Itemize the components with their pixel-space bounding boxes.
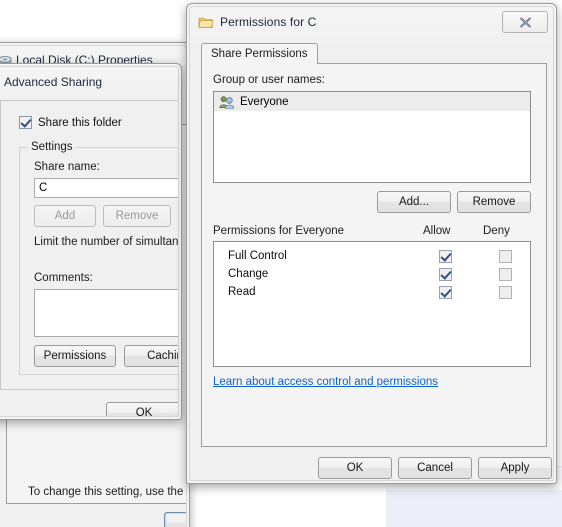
remove-button[interactable]: Remove	[457, 191, 531, 213]
table-row[interactable]: Change	[214, 267, 530, 285]
permissions-for-everyone-label: Permissions for Everyone	[213, 225, 345, 237]
tab-share-permissions[interactable]: Share Permissions	[201, 43, 318, 64]
column-header-allow: Allow	[423, 225, 451, 237]
share-name-add-button: Add	[34, 205, 96, 227]
deny-checkbox-full-control[interactable]	[499, 250, 512, 263]
comments-input[interactable]	[34, 289, 178, 337]
table-row[interactable]: Read	[214, 285, 530, 303]
add-button[interactable]: Add...	[377, 191, 451, 213]
permissions-window-body: Share Permissions Group or user names: E…	[190, 37, 553, 480]
folder-icon	[198, 17, 214, 28]
allow-checkbox-change[interactable]	[439, 268, 452, 281]
share-name-remove-button: Remove	[103, 205, 171, 227]
settings-groupbox: Settings Share name: C Add Remove Limit …	[19, 141, 179, 375]
group-or-user-names-label: Group or user names:	[213, 74, 325, 86]
advanced-sharing-window[interactable]: Advanced Sharing Share this folder Setti…	[0, 63, 182, 420]
advanced-sharing-inner: Advanced Sharing Share this folder Setti…	[0, 66, 179, 417]
permissions-titlebar[interactable]: Permissions for C	[190, 7, 553, 37]
share-name-input[interactable]: C	[34, 178, 178, 198]
allow-checkbox-full-control[interactable]	[439, 250, 452, 263]
settings-groupbox-title: Settings	[28, 141, 76, 153]
list-item[interactable]: Everyone	[214, 92, 530, 111]
share-this-folder-checkbox[interactable]	[19, 116, 32, 129]
screen: Local Disk (C:) Properties To change thi…	[0, 0, 562, 527]
comments-label: Comments:	[34, 272, 93, 284]
close-button[interactable]: Close	[164, 512, 186, 527]
users-group-icon	[219, 95, 235, 109]
limit-simultaneous-users-label: Limit the number of simultane	[34, 236, 179, 248]
permission-name: Read	[228, 286, 256, 298]
close-icon[interactable]	[502, 11, 548, 33]
tab-page-share-permissions: Group or user names: Everyone Add... Rem…	[201, 63, 547, 447]
cancel-button[interactable]: Cancel	[398, 457, 472, 479]
column-header-deny: Deny	[483, 225, 510, 237]
share-name-label: Share name:	[34, 161, 100, 173]
caching-button[interactable]: Cachin	[124, 345, 178, 367]
deny-checkbox-change[interactable]	[499, 268, 512, 281]
list-item-label: Everyone	[240, 95, 289, 108]
permission-name: Full Control	[228, 250, 287, 262]
learn-about-access-control-link[interactable]: Learn about access control and permissio…	[213, 376, 438, 388]
desktop-band-blue	[386, 490, 562, 527]
deny-checkbox-read[interactable]	[499, 286, 512, 299]
allow-checkbox-read[interactable]	[439, 286, 452, 299]
ok-button[interactable]: OK	[318, 457, 392, 479]
permission-name: Change	[228, 268, 269, 280]
advanced-sharing-ok-button[interactable]: OK	[106, 402, 178, 416]
permissions-button[interactable]: Permissions	[34, 345, 116, 367]
advanced-sharing-title: Advanced Sharing	[4, 75, 103, 89]
close-glyph	[519, 16, 531, 28]
apply-button[interactable]: Apply	[478, 457, 552, 479]
permissions-window-title: Permissions for C	[220, 15, 317, 29]
table-row[interactable]: Full Control	[214, 249, 530, 267]
permissions-window[interactable]: Permissions for C Share Permissions Grou…	[186, 3, 557, 484]
permissions-grid[interactable]: Full Control Change Read	[213, 241, 531, 367]
permissions-window-inner: Permissions for C Share Permissions Grou…	[189, 6, 554, 481]
share-this-folder-label: Share this folder	[38, 116, 122, 129]
group-or-user-names-listbox[interactable]: Everyone	[213, 91, 531, 183]
advanced-sharing-body: Share this folder Settings Share name: C…	[0, 100, 179, 390]
tab-panel-wrapper: Share Permissions Group or user names: E…	[201, 43, 547, 447]
share-this-folder-checkbox-row[interactable]: Share this folder	[19, 116, 122, 129]
properties-note-text: To change this setting, use the	[28, 486, 184, 498]
